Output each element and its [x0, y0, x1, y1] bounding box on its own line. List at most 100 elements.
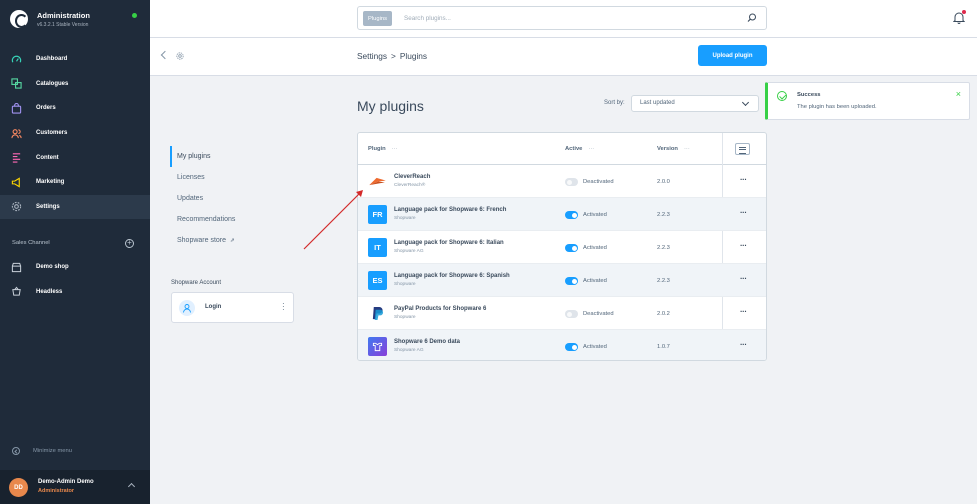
- catalogue-icon: [11, 78, 22, 90]
- minimize-menu-label: Minimize menu: [33, 448, 72, 454]
- active-toggle[interactable]: [565, 244, 578, 252]
- user-profile[interactable]: DD Demo-Admin Demo Administrator: [0, 470, 150, 504]
- row-actions-button[interactable]: ···: [740, 274, 747, 283]
- row-actions-button[interactable]: ···: [740, 340, 747, 349]
- plugin-maker: CleverReach®: [394, 183, 426, 188]
- sidebar-item-dashboard[interactable]: Dashboard: [0, 47, 150, 72]
- column-settings-icon[interactable]: [735, 143, 750, 155]
- table-row[interactable]: PayPal Products for Shopware 6 Shopware …: [358, 297, 766, 330]
- user-role: Administrator: [38, 488, 75, 494]
- sidebar-item-content[interactable]: Content: [0, 145, 150, 170]
- menu-item-recommendations[interactable]: Recommendations: [170, 209, 295, 230]
- cleverreach-logo-icon: [368, 172, 387, 191]
- account-title: Shopware Account: [171, 280, 222, 286]
- menu-item-updates[interactable]: Updates: [170, 188, 295, 209]
- row-actions-button[interactable]: ···: [740, 241, 747, 250]
- sales-channel-header: Sales Channel +: [12, 239, 138, 249]
- shopping-bag-icon: [11, 102, 22, 114]
- search-input[interactable]: [404, 12, 734, 25]
- column-header-plugin[interactable]: Plugin ···: [368, 146, 398, 152]
- sidebar-item-label: Customers: [36, 130, 68, 137]
- active-toggle[interactable]: [565, 211, 578, 219]
- notification-badge: [962, 10, 966, 14]
- table-row[interactable]: CleverReach CleverReach® Deactivated 2.0…: [358, 165, 766, 198]
- close-icon[interactable]: ×: [956, 89, 961, 99]
- table-row[interactable]: Shopware 6 Demo data Shopware AG Activat…: [358, 330, 766, 360]
- account-card[interactable]: Login · · ·: [171, 292, 294, 323]
- chevron-up-icon[interactable]: [127, 482, 136, 491]
- back-arrow-icon[interactable]: [160, 50, 170, 60]
- menu-item-shopware-store[interactable]: Shopware store ⇗: [170, 230, 295, 251]
- app-title: Administration: [37, 11, 90, 20]
- page-header: Settings > Plugins Upload plugin: [150, 38, 977, 76]
- search-icon[interactable]: [747, 13, 757, 23]
- plugin-maker: Shopware AG: [394, 348, 424, 353]
- plugin-status: Activated: [583, 245, 607, 251]
- chevron-left-icon: [12, 447, 20, 455]
- plugin-status: Deactivated: [583, 179, 614, 185]
- sidebar-item-customers[interactable]: Customers: [0, 121, 150, 146]
- upload-plugin-button[interactable]: Upload plugin: [698, 45, 767, 66]
- active-toggle[interactable]: [565, 310, 578, 318]
- column-header-active[interactable]: Active ···: [565, 146, 594, 152]
- column-header-version[interactable]: Version ···: [657, 146, 690, 152]
- sidebar-item-catalogues[interactable]: Catalogues: [0, 72, 150, 97]
- headless-icon: [11, 286, 22, 297]
- table-row[interactable]: IT Language pack for Shopware 6: Italian…: [358, 231, 766, 264]
- plugin-status: Activated: [583, 212, 607, 218]
- column-menu-icon[interactable]: ···: [392, 146, 398, 152]
- notification-title: Success: [797, 92, 821, 98]
- table-row[interactable]: FR Language pack for Shopware 6: French …: [358, 198, 766, 231]
- plugin-maker: Shopware: [394, 282, 416, 287]
- column-menu-icon[interactable]: ···: [684, 146, 690, 152]
- breadcrumb-settings[interactable]: Settings: [357, 51, 387, 61]
- column-menu-icon[interactable]: ···: [588, 146, 594, 152]
- users-icon: [11, 128, 22, 139]
- plugin-menu: My plugins Licenses Updates Recommendati…: [170, 146, 295, 251]
- minimize-menu-button[interactable]: Minimize menu: [12, 446, 72, 456]
- active-toggle[interactable]: [565, 343, 578, 351]
- user-icon: [179, 300, 195, 316]
- sidebar-item-headless[interactable]: Headless: [0, 280, 150, 305]
- search-type-pill[interactable]: Plugins: [363, 11, 393, 26]
- plugin-version: 1.0.7: [657, 344, 670, 350]
- check-circle-icon: [777, 91, 787, 101]
- shopware-logo: [10, 10, 28, 28]
- column-label: Plugin: [368, 146, 386, 152]
- sidebar-item-label: Orders: [36, 105, 56, 112]
- column-label: Version: [657, 146, 678, 152]
- brand[interactable]: Administration v6.3.2.1 Stable Version: [8, 8, 143, 36]
- sort-select[interactable]: Last updated: [631, 95, 759, 112]
- sort-label: Sort by:: [604, 100, 625, 106]
- table-row[interactable]: ES Language pack for Shopware 6: Spanish…: [358, 264, 766, 297]
- active-toggle[interactable]: [565, 277, 578, 285]
- plugin-status: Activated: [583, 278, 607, 284]
- language-pack-icon: ES: [368, 271, 387, 290]
- sidebar-item-marketing[interactable]: Marketing: [0, 170, 150, 195]
- sidebar-item-orders[interactable]: Orders: [0, 96, 150, 121]
- sidebar-item-label: Catalogues: [36, 80, 69, 87]
- page-title: My plugins: [357, 98, 424, 114]
- row-actions-button[interactable]: ···: [740, 208, 747, 217]
- user-name: Demo-Admin Demo: [38, 479, 94, 485]
- sidebar-item-demo-shop[interactable]: Demo shop: [0, 255, 150, 280]
- plugin-maker: Shopware: [394, 315, 416, 320]
- more-options-icon[interactable]: · · ·: [282, 300, 285, 314]
- plugin-maker: Shopware: [394, 216, 416, 221]
- avatar: DD: [9, 478, 28, 497]
- menu-item-my-plugins[interactable]: My plugins: [170, 146, 295, 167]
- add-sales-channel-button[interactable]: +: [125, 239, 134, 248]
- sidebar-item-settings[interactable]: Settings: [0, 194, 150, 220]
- sales-channel-label: Sales Channel: [12, 240, 50, 246]
- chevron-down-icon: [741, 98, 750, 107]
- plugin-version: 2.2.3: [657, 212, 670, 218]
- row-actions-button[interactable]: ···: [740, 307, 747, 316]
- menu-item-licenses[interactable]: Licenses: [170, 167, 295, 188]
- main-nav: Dashboard Catalogues Orders Customers Co…: [0, 47, 150, 220]
- breadcrumb: Settings > Plugins: [357, 51, 427, 61]
- active-toggle[interactable]: [565, 178, 578, 186]
- login-label[interactable]: Login: [205, 304, 221, 310]
- sidebar-item-label: Headless: [36, 288, 63, 295]
- sidebar-item-label: Dashboard: [36, 56, 68, 63]
- row-actions-button[interactable]: ···: [740, 175, 747, 184]
